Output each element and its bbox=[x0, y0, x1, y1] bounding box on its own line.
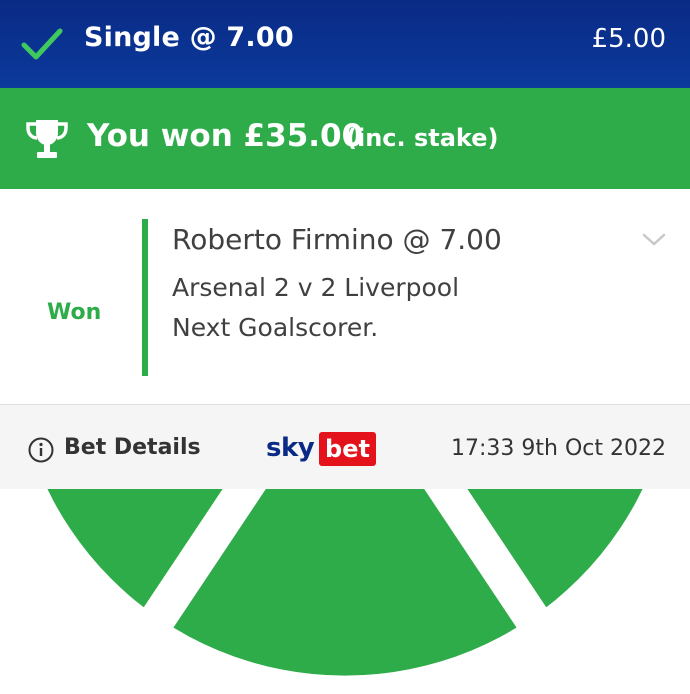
trophy-icon bbox=[26, 120, 68, 158]
status-label: Won bbox=[47, 300, 102, 325]
info-icon[interactable] bbox=[28, 437, 54, 463]
win-banner: You won £35.00 (inc. stake) bbox=[0, 88, 690, 189]
inc-stake-note: (inc. stake) bbox=[346, 124, 499, 152]
check-icon bbox=[21, 28, 63, 60]
event-name: Arsenal 2 v 2 Liverpool bbox=[172, 273, 460, 302]
logo-bet-text: bet bbox=[319, 432, 376, 466]
winnings-text: You won £35.00 bbox=[87, 118, 364, 154]
bet-header: Single @ 7.00 £5.00 bbox=[0, 0, 690, 88]
bet-details-link[interactable]: Bet Details bbox=[64, 435, 201, 460]
status-bar bbox=[142, 219, 148, 376]
stake-amount: £5.00 bbox=[591, 24, 666, 54]
logo-sky-text: sky bbox=[266, 433, 315, 463]
bet-type-title: Single @ 7.00 bbox=[84, 22, 294, 53]
chevron-down-icon[interactable] bbox=[641, 231, 667, 249]
bet-timestamp: 17:33 9th Oct 2022 bbox=[451, 436, 666, 461]
market-name: Next Goalscorer. bbox=[172, 313, 379, 342]
selection-name: Roberto Firmino @ 7.00 bbox=[172, 223, 502, 256]
